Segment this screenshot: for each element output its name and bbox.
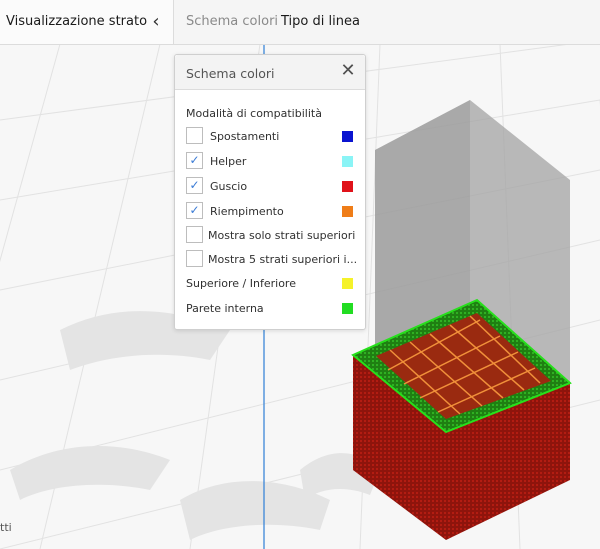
inner-wall-label: Parete interna	[186, 302, 264, 315]
checkbox-travel[interactable]	[186, 127, 203, 144]
checkbox-helper[interactable]: ✓	[186, 152, 203, 169]
color-scheme-panel: Schema colori ✕ Modalità di compatibilit…	[174, 54, 366, 330]
shell-label: Guscio	[210, 180, 248, 193]
check-row-travel[interactable]: Spostamenti	[175, 126, 365, 148]
inner-wall-color-swatch	[342, 303, 353, 314]
check-row-helper[interactable]: ✓ Helper	[175, 151, 365, 173]
top-bottom-color-swatch	[342, 278, 353, 289]
check-row-shell[interactable]: ✓ Guscio	[175, 176, 365, 198]
infill-color-swatch	[342, 206, 353, 217]
compatibility-label-row: Modalità di compatibilità	[175, 103, 365, 125]
checkbox-infill[interactable]: ✓	[186, 202, 203, 219]
top-5-layers-label: Mostra 5 strati superiori i...	[208, 253, 358, 266]
top-bar: Visualizzazione strato ‹ Schema colori T…	[0, 0, 600, 45]
compatibility-mode-label: Modalità di compatibilità	[186, 107, 322, 120]
top-bottom-label: Superiore / Inferiore	[186, 277, 296, 290]
checkbox-top-layers-only[interactable]	[186, 226, 203, 243]
color-scheme-link[interactable]: Schema colori	[186, 14, 278, 29]
legend-row-inner-wall: Parete interna	[175, 298, 365, 320]
checkbox-top-5-layers[interactable]	[186, 250, 203, 267]
infill-label: Riempimento	[210, 205, 284, 218]
top-layers-only-label: Mostra solo strati superiori	[208, 229, 356, 242]
corner-truncated-text: tti	[0, 521, 12, 534]
line-type-link[interactable]: Tipo di linea	[281, 14, 360, 29]
helper-label: Helper	[210, 155, 247, 168]
check-row-infill[interactable]: ✓ Riempimento	[175, 201, 365, 223]
check-row-top-layers-only[interactable]: Mostra solo strati superiori	[175, 225, 365, 247]
close-icon[interactable]: ✕	[340, 62, 356, 80]
travel-color-swatch	[342, 131, 353, 142]
panel-header: Schema colori ✕	[175, 55, 365, 90]
checkbox-shell[interactable]: ✓	[186, 177, 203, 194]
travel-label: Spostamenti	[210, 130, 280, 143]
shell-color-swatch	[342, 181, 353, 192]
helper-color-swatch	[342, 156, 353, 167]
stage-label: Visualizzazione strato	[6, 14, 148, 29]
collapse-sidebar-button[interactable]: ‹	[146, 10, 166, 34]
panel-title: Schema colori	[186, 66, 275, 81]
stage-tab: Visualizzazione strato ‹	[0, 0, 174, 44]
legend-row-top-bottom: Superiore / Inferiore	[175, 273, 365, 295]
check-row-top-5-layers[interactable]: Mostra 5 strati superiori i...	[175, 249, 365, 271]
